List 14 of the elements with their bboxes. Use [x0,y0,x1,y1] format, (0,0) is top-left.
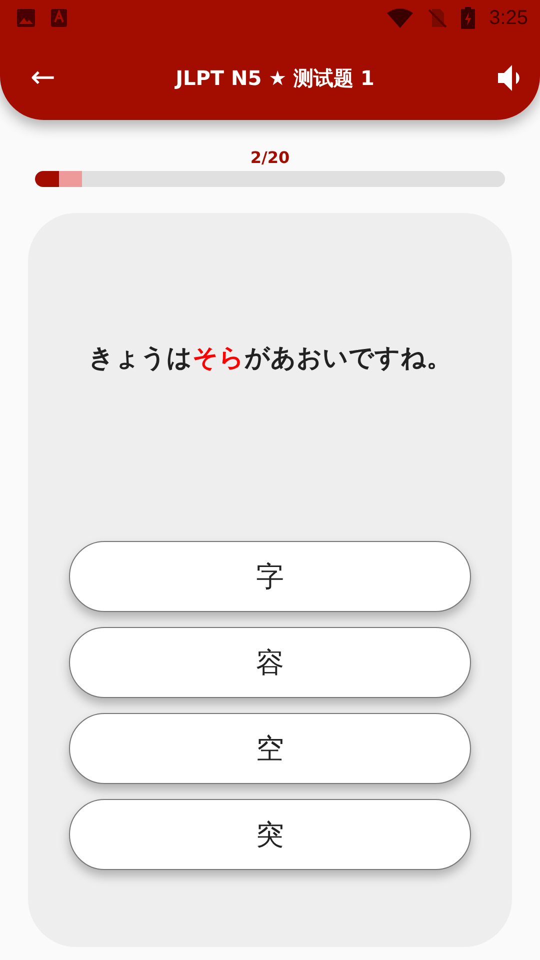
image-icon [16,8,36,28]
status-time: 3:25 [489,6,528,30]
text-icon [50,8,68,28]
wifi-icon [387,8,414,28]
app-title: JLPT N5 ★ 测试题 1 [174,64,376,92]
answer-option[interactable]: 容 [69,627,471,698]
answer-option[interactable]: 空 [69,713,471,784]
no-sim-icon [427,8,448,28]
answer-option[interactable]: 字 [69,541,471,612]
progress-count: 2/20 [250,148,290,167]
question-sentence: きょうはそらがあおいですね。 [88,342,452,374]
back-button[interactable]: ← [26,63,60,93]
battery-icon [461,7,476,29]
answer-option[interactable]: 突 [69,799,471,870]
